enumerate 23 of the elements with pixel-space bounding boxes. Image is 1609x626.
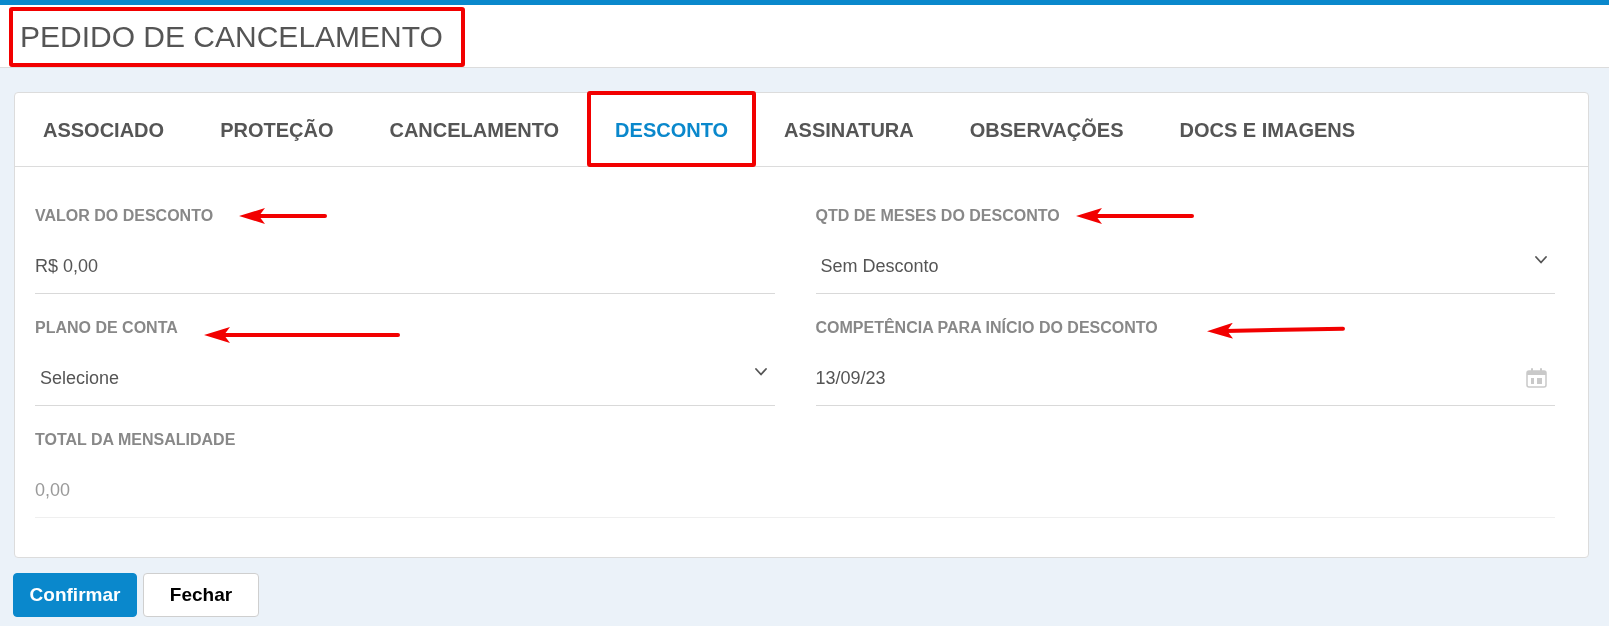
chevron-down-icon xyxy=(754,368,767,376)
select-field[interactable]: Sem Desconto xyxy=(815,239,1555,294)
confirm-button[interactable]: Confirmar xyxy=(13,573,137,617)
field-label: VALOR DO DESCONTO xyxy=(35,206,214,226)
tab[interactable]: PROTEÇÃO xyxy=(192,93,362,166)
tab[interactable]: OBSERVAÇÕES xyxy=(941,93,1152,166)
field-label: TOTAL DA MENSALIDADE xyxy=(35,430,236,450)
tab[interactable]: DESCONTO xyxy=(587,93,757,166)
tab[interactable]: DOCS E IMAGENS xyxy=(1151,93,1384,166)
close-button[interactable]: Fechar xyxy=(143,573,259,617)
field-label: QTD DE MESES DO DESCONTO xyxy=(815,206,1060,226)
field-label: COMPETÊNCIA PARA INÍCIO DO DESCONTO xyxy=(815,318,1158,338)
field-label: PLANO DE CONTA xyxy=(35,318,178,338)
text-field[interactable]: R$ 0,00 xyxy=(35,239,775,294)
tab[interactable]: CANCELAMENTO xyxy=(361,93,588,166)
tab[interactable]: ASSOCIADO xyxy=(15,93,193,166)
date-field[interactable]: 13/09/23 xyxy=(815,351,1555,406)
select-field[interactable]: Selecione xyxy=(35,351,775,406)
page-title: PEDIDO DE CANCELAMENTO xyxy=(20,22,443,52)
tab[interactable]: ASSINATURA xyxy=(756,93,942,166)
calendar-icon xyxy=(1526,368,1547,388)
readonly-field: 0,00 xyxy=(35,463,1555,518)
chevron-down-icon xyxy=(1535,256,1547,264)
